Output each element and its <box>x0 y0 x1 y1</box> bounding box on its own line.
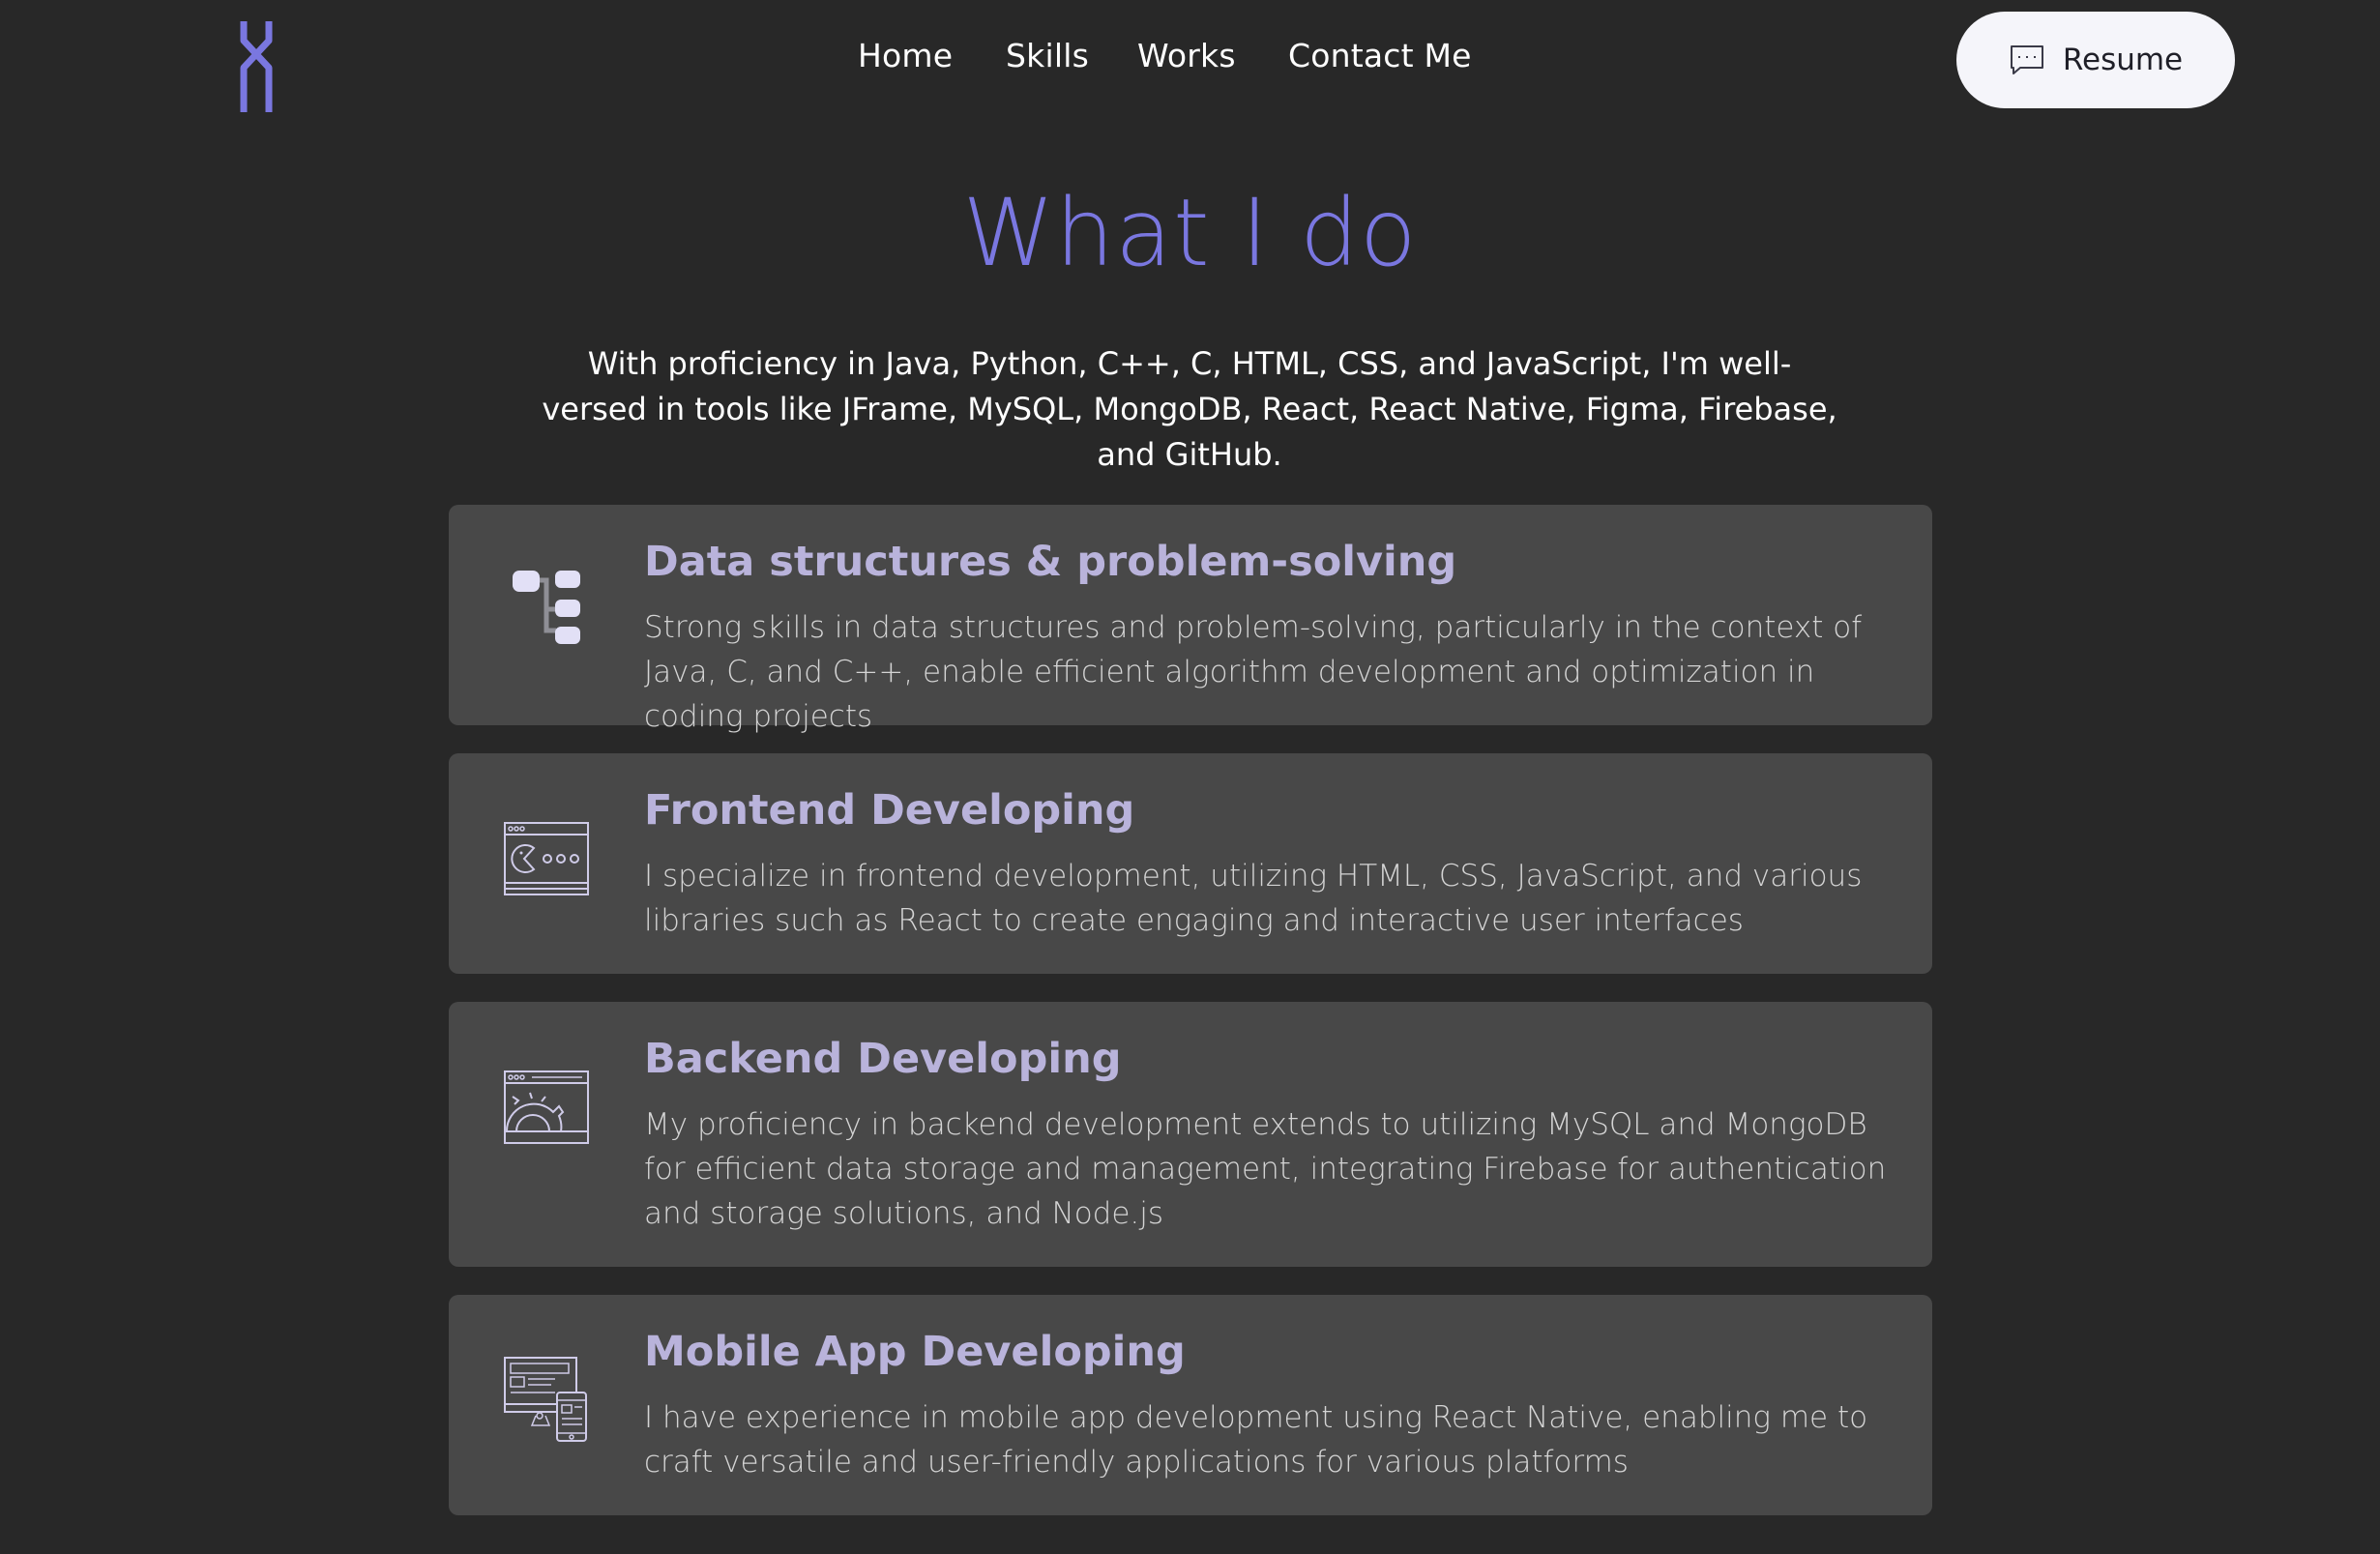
top-navbar: Home Skills Works Contact Me Resume <box>0 0 2380 121</box>
card-description: Strong skills in data structures and pro… <box>644 610 1863 734</box>
resume-button[interactable]: Resume <box>1956 12 2235 108</box>
service-card-data-structures: Data structures & problem-solving Strong… <box>449 505 1932 734</box>
service-card-frontend: Frontend Developing I specialize in fron… <box>449 753 1932 974</box>
service-card-mobile: Mobile App Developing I have experience … <box>449 1295 1932 1515</box>
mobile-devices-icon <box>504 1357 587 1442</box>
resume-label: Resume <box>2062 43 2184 77</box>
card-title: Backend Developing <box>644 1035 1122 1083</box>
backend-gear-window-icon <box>504 1070 589 1144</box>
nav-home-link[interactable]: Home <box>858 37 953 74</box>
data-structure-icon <box>513 571 580 644</box>
intro-description: With proficiency in Java, Python, C++, C… <box>542 345 1837 473</box>
nav-skills-link[interactable]: Skills <box>1006 37 1089 74</box>
card-description: My proficiency in backend development ex… <box>644 1107 1887 1231</box>
message-icon <box>2010 45 2043 74</box>
frontend-window-icon <box>504 822 589 895</box>
card-title: Frontend Developing <box>644 786 1135 835</box>
card-title: Mobile App Developing <box>644 1328 1186 1376</box>
page-title: What I do <box>962 179 1418 287</box>
card-description: I have experience in mobile app developm… <box>644 1400 1868 1480</box>
card-title: Data structures & problem-solving <box>644 538 1457 586</box>
card-description: I specialize in frontend development, ut… <box>644 859 1863 938</box>
logo-icon[interactable] <box>240 19 273 114</box>
nav-works-link[interactable]: Works <box>1137 37 1236 74</box>
nav-contact-link[interactable]: Contact Me <box>1288 37 1472 74</box>
service-card-backend: Backend Developing My proficiency in bac… <box>449 1002 1932 1267</box>
